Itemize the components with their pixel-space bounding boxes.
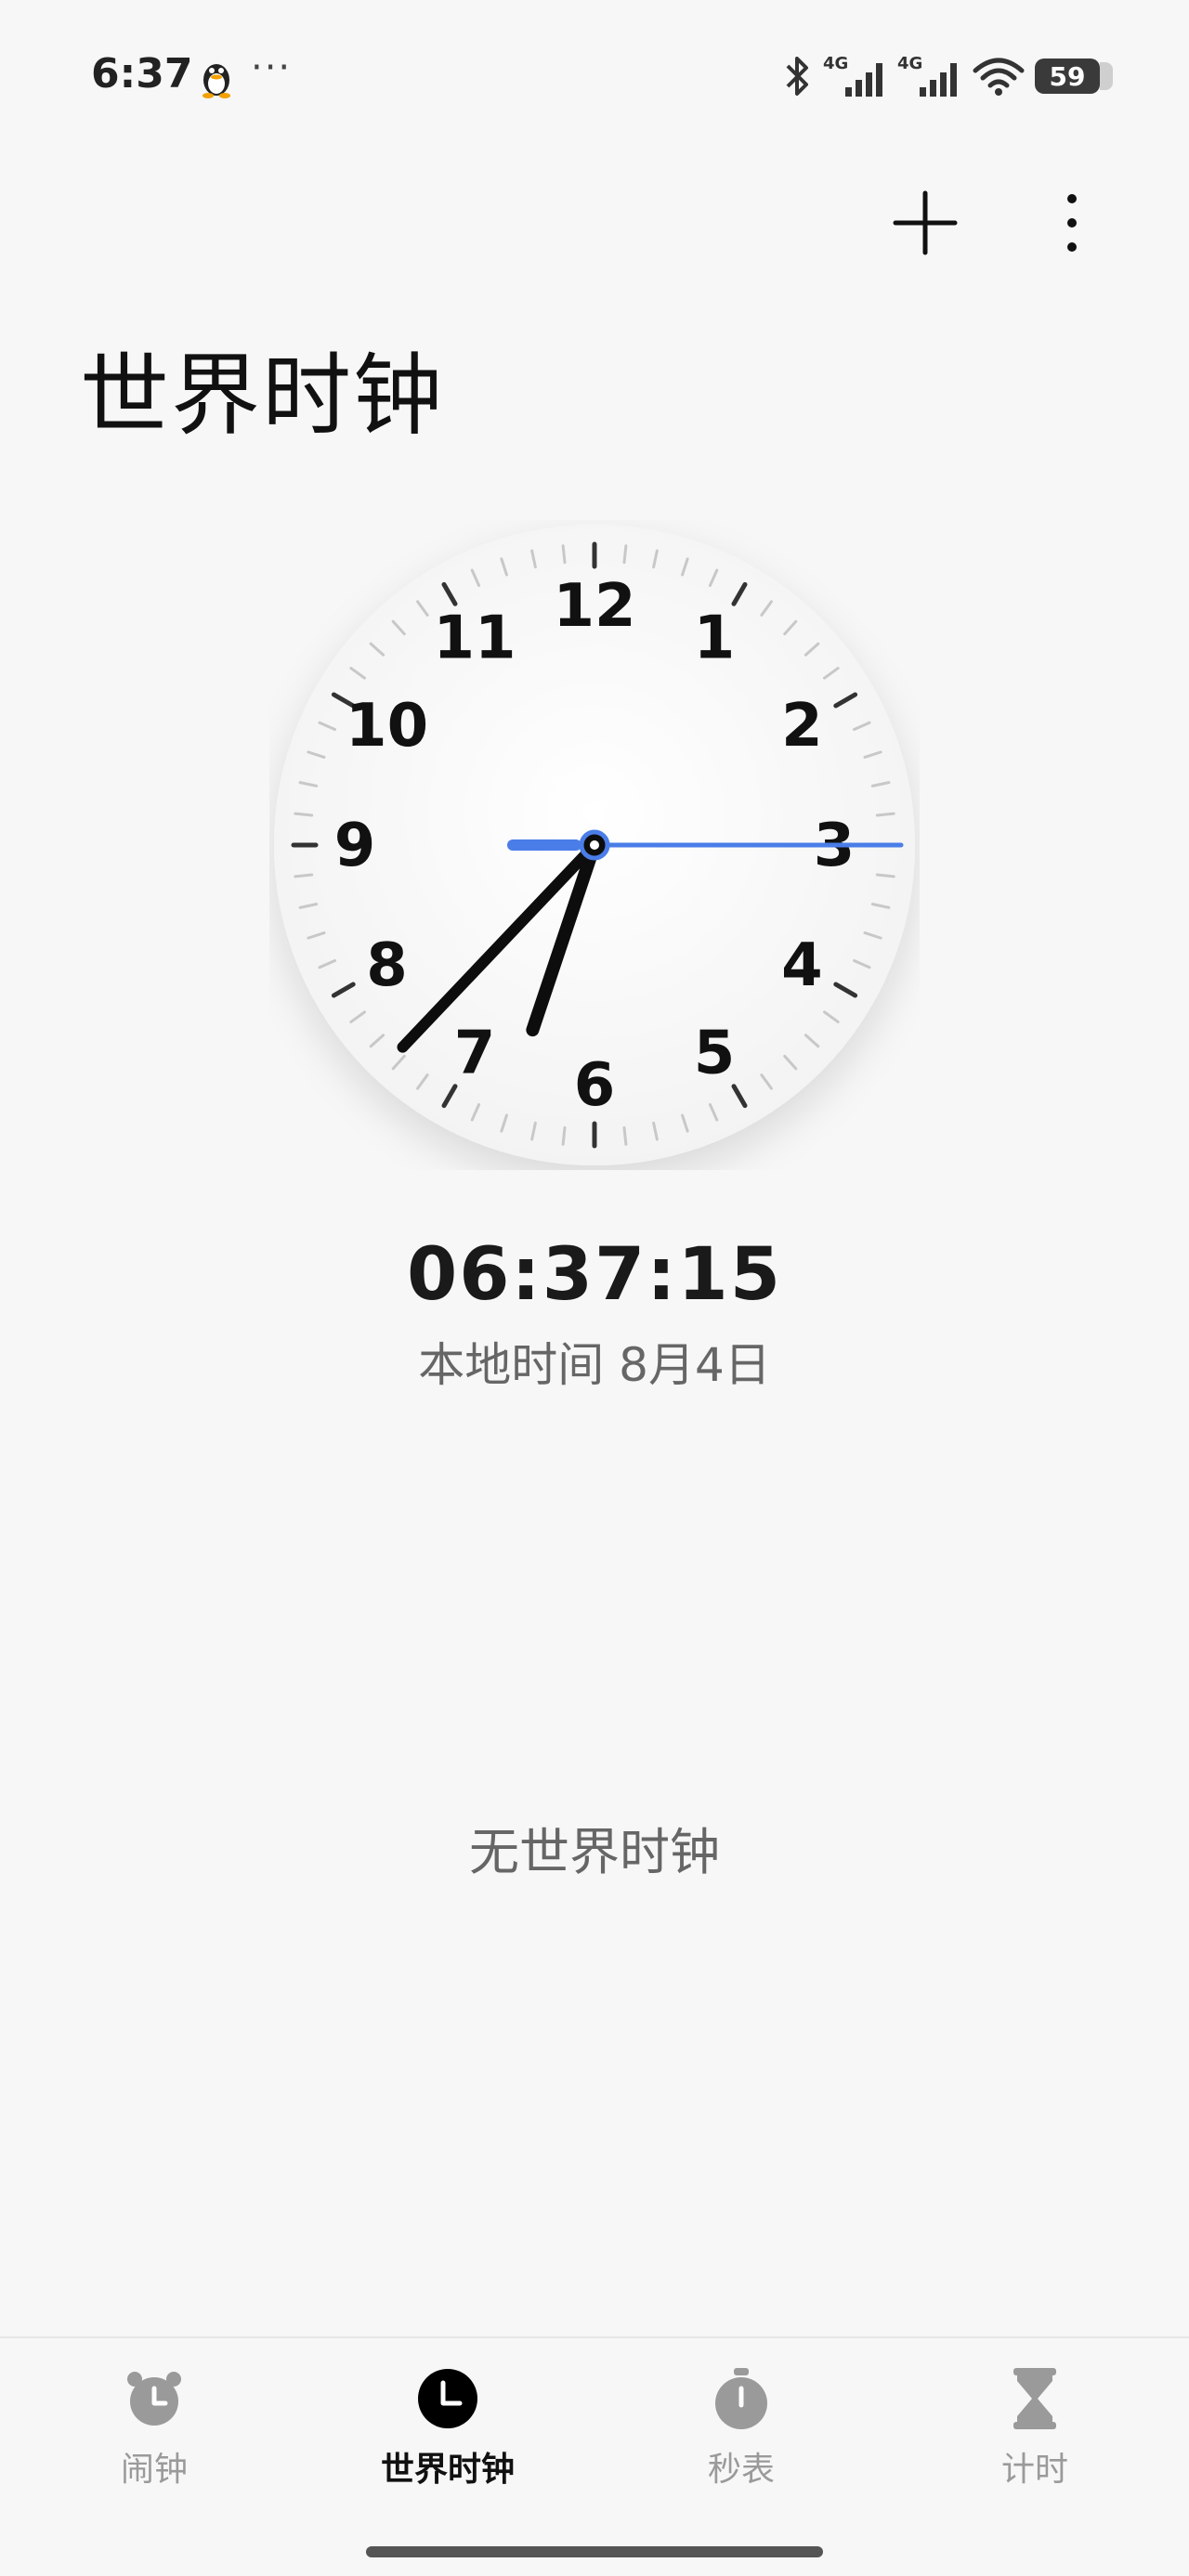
page-title: 世界时钟 [80, 344, 444, 448]
clock-numeral: 6 [574, 1051, 616, 1120]
clock-numeral: 8 [366, 931, 408, 1000]
clock-numeral: 2 [781, 692, 823, 761]
clock-numeral: 7 [454, 1019, 496, 1087]
status-bar: 6:37 ··· 4G 4G 59 [0, 0, 1189, 158]
minute-tick [622, 1125, 628, 1146]
battery-level: 59 [1049, 60, 1086, 92]
home-indicator[interactable] [366, 2546, 823, 2557]
signal-icon: 4G [897, 54, 957, 97]
tab-timer[interactable]: 计时 [942, 2366, 1128, 2505]
local-date-label: 本地时间 8月4日 [418, 1338, 771, 1392]
tab-label: 秒表 [707, 2451, 775, 2489]
hourglass-icon [1013, 2368, 1056, 2429]
minute-tick [294, 812, 314, 817]
tab-alarm[interactable]: 闹钟 [61, 2366, 247, 2505]
notification-more-icon: ··· [251, 46, 293, 89]
clock-numeral: 5 [694, 1019, 736, 1087]
status-time: 6:37 [91, 50, 193, 98]
alarm-clock-icon [127, 2372, 181, 2426]
clock-numeral: 12 [553, 572, 635, 641]
clock-numeral: 11 [433, 605, 516, 673]
clock-numeral: 4 [781, 931, 823, 1000]
clock-numeral: 1 [694, 605, 736, 673]
minute-tick [561, 544, 567, 565]
tab-label: 计时 [1000, 2451, 1068, 2489]
minute-tick [875, 812, 895, 817]
wifi-icon [973, 58, 1025, 96]
qq-icon [203, 64, 230, 98]
tab-world-clock[interactable]: 世界时钟 [355, 2366, 541, 2505]
signal-icon: 4G [823, 54, 882, 97]
clock-face: 12 1234567891011 [274, 525, 915, 1165]
analog-clock: 12 1 2 3 4 5 6 7 8 9 10 11 [269, 520, 920, 1170]
bottom-nav: 闹钟 世界时钟 秒表 计时 [0, 2336, 1189, 2576]
clock-numeral: 10 [346, 692, 428, 761]
battery-indicator: 59 [1035, 59, 1113, 94]
more-options-button[interactable] [1044, 186, 1100, 260]
minute-tick [561, 1125, 567, 1146]
empty-state-text: 无世界时钟 [469, 1823, 720, 1881]
network-label-2: 4G [897, 54, 922, 73]
digital-time: 06:37:15 [406, 1233, 783, 1317]
status-icons: 4G 4G 59 [782, 54, 1113, 98]
tab-stopwatch[interactable]: 秒表 [648, 2366, 834, 2505]
minute-tick [622, 544, 628, 565]
clock-numeral: 9 [334, 812, 376, 880]
add-city-button[interactable] [888, 186, 962, 260]
tab-label: 世界时钟 [380, 2451, 515, 2489]
tab-label: 闹钟 [120, 2451, 188, 2489]
stopwatch-icon [715, 2368, 767, 2429]
network-label-1: 4G [823, 54, 848, 73]
minute-tick [875, 873, 895, 878]
bluetooth-icon [786, 57, 808, 96]
minute-tick [294, 873, 314, 878]
clock-center-dot [590, 840, 599, 850]
clock-icon [418, 2369, 477, 2428]
